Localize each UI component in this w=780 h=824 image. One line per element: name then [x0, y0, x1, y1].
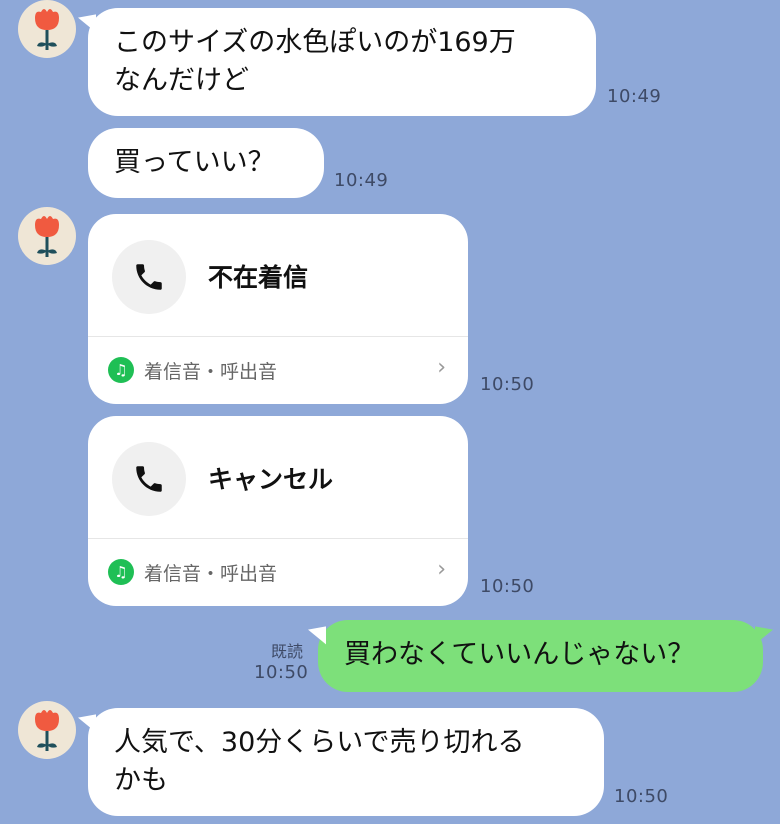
- incoming-message-2[interactable]: 買っていい？: [88, 128, 324, 198]
- call-card-header: 不在着信: [88, 214, 468, 337]
- message-time: 10:50: [254, 662, 309, 683]
- contact-avatar[interactable]: [18, 0, 76, 58]
- contact-avatar[interactable]: [18, 701, 76, 759]
- chevron-right-icon: ›: [437, 557, 446, 582]
- music-note-icon: ♫: [108, 357, 134, 383]
- phone-icon: [112, 240, 186, 314]
- message-time: 10:49: [607, 86, 662, 107]
- music-note-icon: ♫: [108, 559, 134, 585]
- red-flower-icon: [35, 9, 59, 50]
- contact-avatar[interactable]: [18, 207, 76, 265]
- red-flower-icon: [35, 216, 59, 257]
- chevron-right-icon: ›: [437, 355, 446, 380]
- message-time: 10:49: [334, 170, 389, 191]
- red-flower-icon: [35, 710, 59, 751]
- call-card-header: キャンセル: [88, 416, 468, 539]
- call-status-title: キャンセル: [208, 465, 334, 494]
- incoming-message-1[interactable]: このサイズの水色ぽいのが169万 なんだけど: [88, 8, 596, 116]
- incoming-message-3[interactable]: 人気で、30分くらいで売り切れる かも: [88, 708, 604, 816]
- ringtone-label: 着信音・呼出音: [144, 563, 278, 585]
- outgoing-message[interactable]: 買わなくていいんじゃない？: [318, 620, 763, 692]
- ringtone-link[interactable]: ♫ 着信音・呼出音 ›: [88, 539, 468, 606]
- ringtone-link[interactable]: ♫ 着信音・呼出音 ›: [88, 337, 468, 404]
- ringtone-label: 着信音・呼出音: [144, 361, 278, 383]
- call-status-title: 不在着信: [208, 263, 309, 292]
- missed-call-card[interactable]: 不在着信 ♫ 着信音・呼出音 ›: [88, 214, 468, 404]
- cancelled-call-card[interactable]: キャンセル ♫ 着信音・呼出音 ›: [88, 416, 468, 606]
- phone-icon: [112, 442, 186, 516]
- message-time: 10:50: [480, 576, 535, 597]
- message-time: 10:50: [480, 374, 535, 395]
- message-time: 10:50: [614, 786, 669, 807]
